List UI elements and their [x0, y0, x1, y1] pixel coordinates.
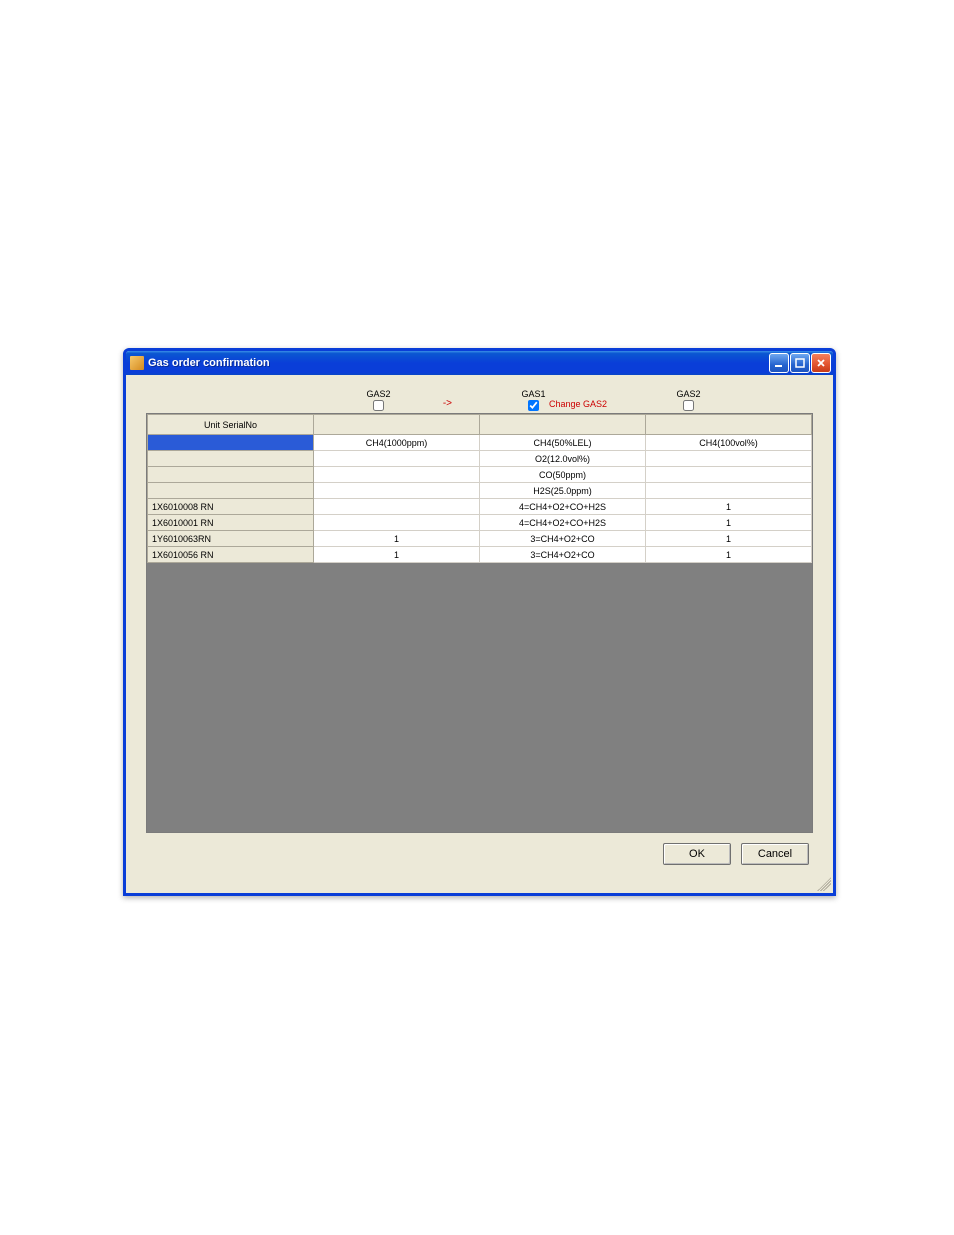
cell[interactable]: 1 — [646, 547, 812, 563]
app-icon — [130, 356, 144, 370]
gas1-header: GAS1 Change GAS2 — [456, 387, 611, 411]
cell[interactable] — [646, 467, 812, 483]
cell[interactable]: 1 — [646, 515, 812, 531]
table-row[interactable]: H2S(25.0ppm) — [148, 483, 812, 499]
table-row[interactable]: 1X6010001 RN 4=CH4+O2+CO+H2S1 — [148, 515, 812, 531]
cell[interactable]: CH4(1000ppm) — [314, 435, 480, 451]
gas1-checkbox[interactable] — [528, 400, 539, 411]
cell[interactable]: 1 — [314, 547, 480, 563]
cell[interactable] — [314, 483, 480, 499]
grid-header-row: Unit SerialNo — [148, 415, 812, 435]
cell[interactable]: CH4(100vol%) — [646, 435, 812, 451]
grid-table: Unit SerialNo CH4(1000ppm)CH4(50%LEL)CH4… — [147, 414, 812, 563]
table-row[interactable]: CO(50ppm) — [148, 467, 812, 483]
dialog-window: Gas order confirmation GAS2 -> — [123, 348, 836, 896]
client-area: GAS2 -> GAS1 Change GAS2 GAS2 — [126, 375, 833, 893]
row-serial[interactable] — [148, 467, 314, 483]
cell[interactable]: 3=CH4+O2+CO — [480, 547, 646, 563]
cell[interactable]: 1 — [646, 531, 812, 547]
cell[interactable]: O2(12.0vol%) — [480, 451, 646, 467]
row-serial[interactable] — [148, 451, 314, 467]
data-grid[interactable]: Unit SerialNo CH4(1000ppm)CH4(50%LEL)CH4… — [146, 413, 813, 833]
resize-grip-icon[interactable] — [817, 877, 831, 891]
table-row[interactable]: O2(12.0vol%) — [148, 451, 812, 467]
minimize-button[interactable] — [769, 353, 789, 373]
cell[interactable] — [314, 499, 480, 515]
close-icon — [816, 358, 826, 368]
table-row[interactable]: 1Y6010063RN13=CH4+O2+CO1 — [148, 531, 812, 547]
cell[interactable]: 3=CH4+O2+CO — [480, 531, 646, 547]
cell[interactable] — [314, 515, 480, 531]
arrow-label: -> — [443, 398, 452, 409]
cell[interactable]: 1 — [646, 499, 812, 515]
cell[interactable]: 1 — [314, 531, 480, 547]
close-button[interactable] — [811, 353, 831, 373]
gas2b-label: GAS2 — [676, 389, 700, 399]
table-row[interactable]: 1X6010008 RN 4=CH4+O2+CO+H2S1 — [148, 499, 812, 515]
cell[interactable]: CH4(50%LEL) — [480, 435, 646, 451]
row-serial[interactable] — [148, 435, 314, 451]
dialog-footer: OK Cancel — [132, 833, 827, 873]
row-serial[interactable]: 1X6010008 RN — [148, 499, 314, 515]
row-serial[interactable]: 1X6010056 RN — [148, 547, 314, 563]
cell[interactable]: CO(50ppm) — [480, 467, 646, 483]
cell[interactable] — [314, 451, 480, 467]
table-row[interactable]: CH4(1000ppm)CH4(50%LEL)CH4(100vol%) — [148, 435, 812, 451]
window-title: Gas order confirmation — [148, 357, 769, 369]
row-serial[interactable] — [148, 483, 314, 499]
cancel-button[interactable]: Cancel — [741, 843, 809, 865]
maximize-icon — [795, 358, 805, 368]
row-serial[interactable]: 1X6010001 RN — [148, 515, 314, 531]
gas-header-row: GAS2 -> GAS1 Change GAS2 GAS2 — [146, 387, 827, 411]
table-row[interactable]: 1X6010056 RN13=CH4+O2+CO1 — [148, 547, 812, 563]
cell[interactable] — [646, 483, 812, 499]
ok-button[interactable]: OK — [663, 843, 731, 865]
gas2b-checkbox[interactable] — [683, 400, 694, 411]
gas2b-header: GAS2 — [611, 387, 766, 411]
gas2a-header: GAS2 -> — [301, 387, 456, 411]
minimize-icon — [774, 358, 784, 368]
change-gas2-label: Change GAS2 — [549, 399, 607, 409]
col-3-header[interactable] — [646, 415, 812, 435]
titlebar[interactable]: Gas order confirmation — [126, 351, 833, 375]
window-controls — [769, 353, 831, 373]
cell[interactable] — [646, 451, 812, 467]
cell[interactable]: 4=CH4+O2+CO+H2S — [480, 515, 646, 531]
row-serial[interactable]: 1Y6010063RN — [148, 531, 314, 547]
gas1-label: GAS1 — [521, 389, 545, 399]
col-1-header[interactable] — [314, 415, 480, 435]
cell[interactable]: 4=CH4+O2+CO+H2S — [480, 499, 646, 515]
gas2a-label: GAS2 — [366, 389, 390, 399]
col-2-header[interactable] — [480, 415, 646, 435]
gas2a-checkbox[interactable] — [373, 400, 384, 411]
maximize-button[interactable] — [790, 353, 810, 373]
col-serial-header[interactable]: Unit SerialNo — [148, 415, 314, 435]
cell[interactable] — [314, 467, 480, 483]
cell[interactable]: H2S(25.0ppm) — [480, 483, 646, 499]
